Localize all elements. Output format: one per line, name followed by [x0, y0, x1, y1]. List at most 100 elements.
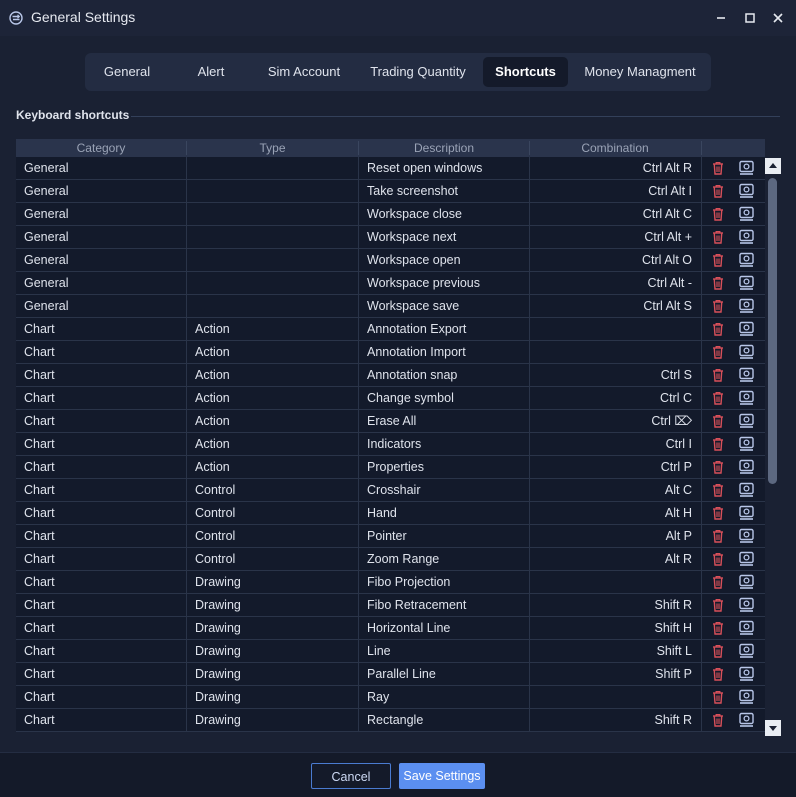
table-row[interactable]: Chart Control Crosshair Alt C — [16, 479, 765, 502]
table-row[interactable]: General Reset open windows Ctrl Alt R — [16, 157, 765, 180]
keyboard-record-icon[interactable] — [738, 252, 756, 268]
tab-shortcuts[interactable]: Shortcuts — [483, 57, 568, 87]
keyboard-record-icon[interactable] — [738, 436, 756, 452]
column-divider — [529, 387, 530, 410]
keyboard-record-icon[interactable] — [738, 321, 756, 337]
trash-icon[interactable] — [710, 367, 726, 383]
keyboard-record-icon[interactable] — [738, 229, 756, 245]
table-row[interactable]: Chart Drawing Fibo Retracement Shift R — [16, 594, 765, 617]
table-row[interactable]: Chart Action Annotation Export — [16, 318, 765, 341]
keyboard-record-icon[interactable] — [738, 643, 756, 659]
keyboard-record-icon[interactable] — [738, 528, 756, 544]
cancel-button[interactable]: Cancel — [311, 763, 391, 789]
table-row[interactable]: General Workspace open Ctrl Alt O — [16, 249, 765, 272]
trash-icon[interactable] — [710, 597, 726, 613]
trash-icon[interactable] — [710, 298, 726, 314]
tab-sim-account[interactable]: Sim Account — [253, 57, 355, 87]
cell-category: Chart — [24, 621, 55, 635]
table-row[interactable]: General Workspace close Ctrl Alt C — [16, 203, 765, 226]
keyboard-record-icon[interactable] — [738, 390, 756, 406]
cell-type — [195, 226, 355, 248]
keyboard-record-icon[interactable] — [738, 459, 756, 475]
trash-icon[interactable] — [710, 482, 726, 498]
vertical-scrollbar[interactable] — [765, 158, 781, 736]
table-row[interactable]: Chart Action Erase All Ctrl ⌦ — [16, 410, 765, 433]
column-header-type[interactable]: Type — [187, 139, 358, 157]
tab-money-managment[interactable]: Money Managment — [575, 57, 705, 87]
keyboard-record-icon[interactable] — [738, 574, 756, 590]
keyboard-record-icon[interactable] — [738, 689, 756, 705]
table-row[interactable]: Chart Drawing Fibo Projection — [16, 571, 765, 594]
tab-general[interactable]: General — [85, 57, 169, 87]
trash-icon[interactable] — [710, 574, 726, 590]
trash-icon[interactable] — [710, 206, 726, 222]
table-row[interactable]: Chart Action Change symbol Ctrl C — [16, 387, 765, 410]
close-button[interactable] — [766, 6, 790, 30]
keyboard-record-icon[interactable] — [738, 206, 756, 222]
column-header-combination[interactable]: Combination — [530, 139, 700, 157]
keyboard-record-icon[interactable] — [738, 666, 756, 682]
table-row[interactable]: Chart Drawing Line Shift L — [16, 640, 765, 663]
table-row[interactable]: Chart Control Pointer Alt P — [16, 525, 765, 548]
minimize-button[interactable] — [709, 6, 733, 30]
scroll-thumb[interactable] — [768, 178, 777, 484]
trash-icon[interactable] — [710, 643, 726, 659]
scroll-up-button[interactable] — [765, 158, 781, 174]
table-row[interactable]: Chart Drawing Parallel Line Shift P — [16, 663, 765, 686]
trash-icon[interactable] — [710, 551, 726, 567]
table-row[interactable]: Chart Action Annotation Import — [16, 341, 765, 364]
column-header-description[interactable]: Description — [359, 139, 529, 157]
table-row[interactable]: Chart Drawing Ray — [16, 686, 765, 709]
keyboard-record-icon[interactable] — [738, 551, 756, 567]
tab-trading-quantity[interactable]: Trading Quantity — [357, 57, 479, 87]
trash-icon[interactable] — [710, 620, 726, 636]
trash-icon[interactable] — [710, 275, 726, 291]
scroll-down-button[interactable] — [765, 720, 781, 736]
trash-icon[interactable] — [710, 252, 726, 268]
keyboard-record-icon[interactable] — [738, 597, 756, 613]
table-row[interactable]: Chart Action Indicators Ctrl I — [16, 433, 765, 456]
column-header-category[interactable]: Category — [16, 139, 186, 157]
trash-icon[interactable] — [710, 689, 726, 705]
table-row[interactable]: Chart Control Zoom Range Alt R — [16, 548, 765, 571]
keyboard-record-icon[interactable] — [738, 482, 756, 498]
maximize-button[interactable] — [738, 6, 762, 30]
trash-icon[interactable] — [710, 436, 726, 452]
keyboard-record-icon[interactable] — [738, 160, 756, 176]
keyboard-record-icon[interactable] — [738, 275, 756, 291]
table-row[interactable]: General Workspace next Ctrl Alt + — [16, 226, 765, 249]
column-divider — [701, 663, 702, 686]
keyboard-record-icon[interactable] — [738, 505, 756, 521]
trash-icon[interactable] — [710, 505, 726, 521]
cell-combination: Ctrl ⌦ — [651, 414, 692, 428]
keyboard-record-icon[interactable] — [738, 298, 756, 314]
trash-icon[interactable] — [710, 459, 726, 475]
table-row[interactable]: General Take screenshot Ctrl Alt I — [16, 180, 765, 203]
trash-icon[interactable] — [710, 666, 726, 682]
trash-icon[interactable] — [710, 321, 726, 337]
tab-alert[interactable]: Alert — [169, 57, 253, 87]
trash-icon[interactable] — [710, 390, 726, 406]
table-row[interactable]: General Workspace previous Ctrl Alt - — [16, 272, 765, 295]
table-row[interactable]: Chart Action Properties Ctrl P — [16, 456, 765, 479]
trash-icon[interactable] — [710, 413, 726, 429]
trash-icon[interactable] — [710, 528, 726, 544]
trash-icon[interactable] — [710, 712, 726, 728]
table-row[interactable]: Chart Control Hand Alt H — [16, 502, 765, 525]
table-row[interactable]: Chart Drawing Rectangle Shift R — [16, 709, 765, 732]
trash-icon[interactable] — [710, 229, 726, 245]
keyboard-record-icon[interactable] — [738, 367, 756, 383]
keyboard-record-icon[interactable] — [738, 413, 756, 429]
keyboard-record-icon[interactable] — [738, 344, 756, 360]
table-row[interactable]: Chart Drawing Horizontal Line Shift H — [16, 617, 765, 640]
trash-icon[interactable] — [710, 160, 726, 176]
keyboard-record-icon[interactable] — [738, 620, 756, 636]
trash-icon[interactable] — [710, 183, 726, 199]
keyboard-record-icon[interactable] — [738, 183, 756, 199]
table-row[interactable]: General Workspace save Ctrl Alt S — [16, 295, 765, 318]
trash-icon[interactable] — [710, 344, 726, 360]
keyboard-record-icon[interactable] — [738, 712, 756, 728]
cell-type: Drawing — [195, 667, 241, 681]
save-settings-button[interactable]: Save Settings — [399, 763, 485, 789]
table-row[interactable]: Chart Action Annotation snap Ctrl S — [16, 364, 765, 387]
